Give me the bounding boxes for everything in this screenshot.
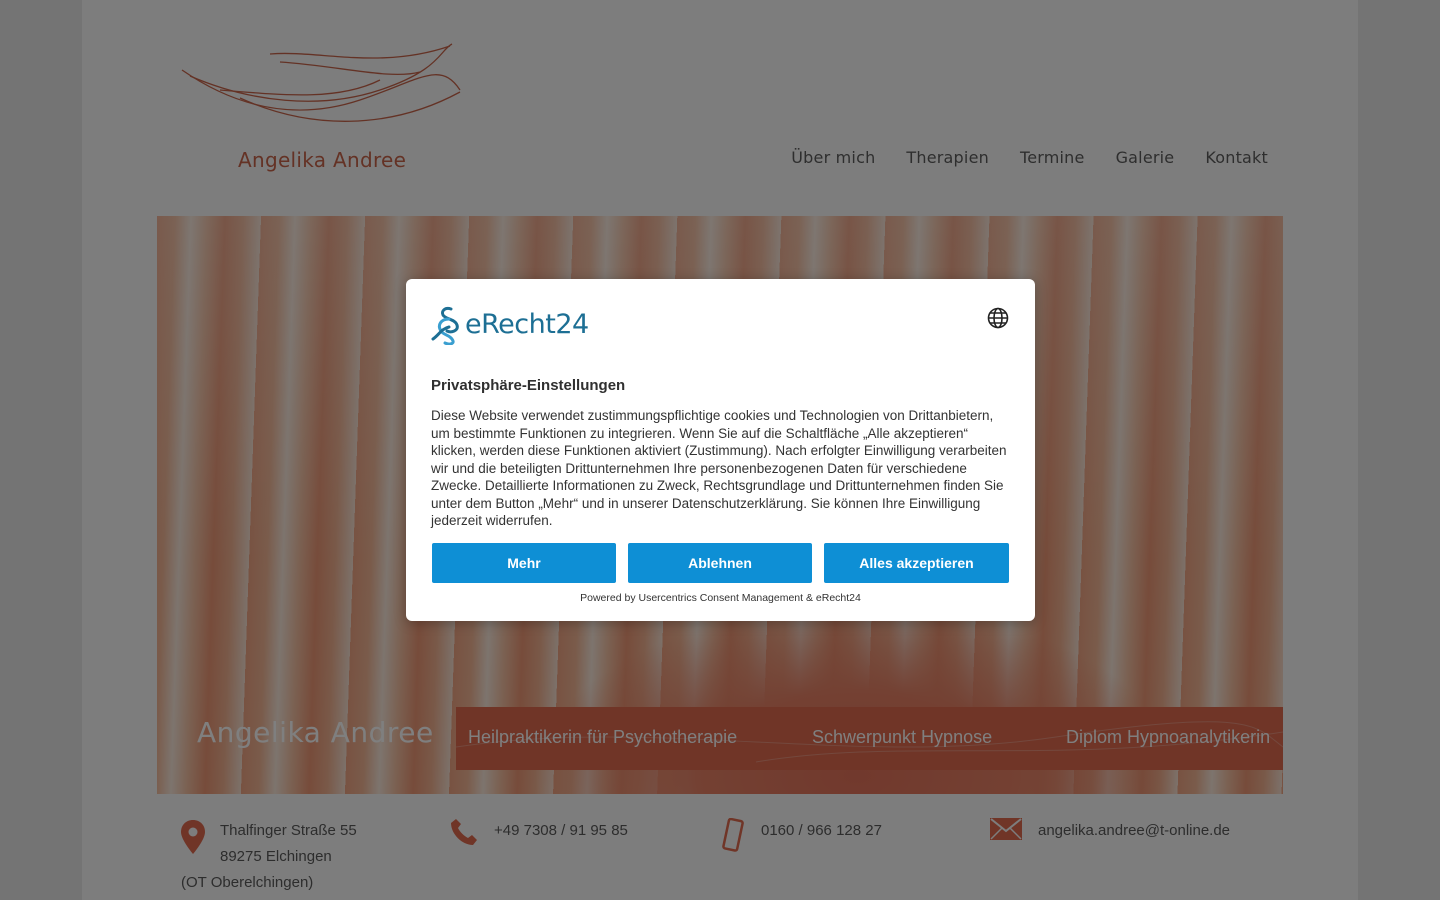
accept-all-button[interactable]: Alles akzeptieren xyxy=(824,543,1009,583)
more-button[interactable]: Mehr xyxy=(432,543,616,583)
decline-button[interactable]: Ablehnen xyxy=(628,543,812,583)
section-sign-icon xyxy=(431,307,459,345)
consent-title: Privatsphäre-Einstellungen xyxy=(431,377,626,394)
powered-by-link[interactable]: Powered by Usercentrics Consent Manageme… xyxy=(406,592,1035,604)
consent-description: Diese Website verwendet zustimmungspflic… xyxy=(431,408,1007,528)
language-globe-icon[interactable] xyxy=(987,307,1009,329)
consent-dialog: eRecht24 Privatsphäre-Einstellungen Dies… xyxy=(406,279,1035,621)
brand-wordmark: eRecht24 xyxy=(465,309,589,340)
